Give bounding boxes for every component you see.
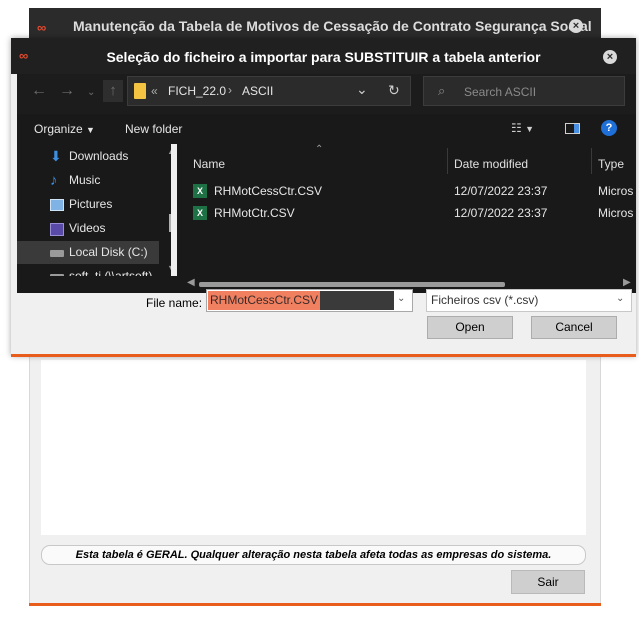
command-toolbar: Organize ▼ New folder ☷ ▼ ? — [17, 114, 636, 144]
scroll-down-icon[interactable]: ▼ — [167, 263, 171, 273]
csv-file-icon: X — [193, 206, 207, 220]
file-date: 12/07/2022 23:37 — [454, 206, 548, 220]
music-note-icon: ♪ — [50, 172, 58, 189]
recent-locations-chevron-icon[interactable]: ⌄ — [87, 87, 95, 98]
parent-close-icon[interactable]: × — [569, 19, 583, 33]
nav-item-label: Videos — [69, 221, 106, 235]
general-table-warning: Esta tabela é GERAL. Qualquer alteração … — [41, 545, 586, 565]
search-icon: ⌕ — [438, 83, 446, 98]
file-row[interactable]: X RHMotCtr.CSV 12/07/2022 23:37 Micros — [177, 202, 636, 224]
new-folder-button[interactable]: New folder — [125, 122, 182, 136]
scroll-right-icon[interactable]: ▶ — [623, 277, 631, 288]
navigation-pane: ⬇ Downloads ♪ Music Pictures Videos Loca… — [17, 144, 171, 276]
nav-item-local-disk[interactable]: Local Disk (C:) — [17, 241, 159, 264]
path-overflow-icon[interactable]: « — [151, 84, 158, 98]
file-type-dropdown-icon[interactable]: ⌄ — [616, 293, 624, 304]
app-logo-icon: ∞ — [37, 20, 47, 35]
nav-item-pictures[interactable]: Pictures — [17, 193, 159, 216]
breadcrumb-ascii[interactable]: ASCII — [242, 84, 273, 98]
file-name-combobox[interactable]: RHMotCessCtr.CSV ⌄ — [206, 289, 413, 312]
address-bar[interactable]: « FICH_22.0 › ASCII ⌄ ↻ — [127, 76, 411, 106]
hscroll-thumb[interactable] — [199, 282, 505, 287]
file-type-value: Ficheiros csv (*.csv) — [431, 293, 539, 307]
drive-icon — [50, 250, 64, 257]
parent-accent-line — [29, 603, 601, 606]
navigation-bar: ← → ⌄ ↑ « FICH_22.0 › ASCII ⌄ ↻ ⌕ Search… — [17, 74, 636, 114]
nav-item-music[interactable]: ♪ Music — [17, 169, 159, 192]
dialog-close-icon[interactable]: × — [603, 50, 617, 64]
file-name-input[interactable]: RHMotCessCtr.CSV — [208, 291, 321, 310]
organize-chevron-icon: ▼ — [86, 125, 95, 135]
nav-item-label: Pictures — [69, 197, 113, 211]
dialog-title: Seleção do ficheiro a importar para SUBS… — [106, 49, 541, 65]
videos-icon — [50, 223, 64, 236]
nav-item-label: Local Disk (C:) — [69, 245, 148, 259]
nav-item-videos[interactable]: Videos — [17, 217, 159, 240]
file-row[interactable]: X RHMotCessCtr.CSV 12/07/2022 23:37 Micr… — [177, 180, 636, 202]
dialog-bottom-panel: File name: RHMotCessCtr.CSV ⌄ Ficheiros … — [17, 289, 636, 356]
nav-item-label: Music — [69, 173, 101, 187]
organize-button[interactable]: Organize ▼ — [34, 122, 95, 136]
file-name: RHMotCessCtr.CSV — [214, 184, 323, 198]
file-name-dropdown-icon[interactable]: ⌄ — [397, 293, 405, 304]
file-date: 12/07/2022 23:37 — [454, 184, 548, 198]
file-type: Micros — [598, 206, 634, 220]
sort-ascending-icon: ⌃ — [315, 144, 324, 155]
parent-table-area — [41, 360, 586, 535]
column-header-type[interactable]: Type — [598, 157, 624, 171]
dialog-accent-line — [11, 354, 636, 357]
address-dropdown-chevron-icon[interactable]: ⌄ — [356, 81, 368, 98]
help-icon[interactable]: ? — [601, 120, 617, 136]
nav-item-label: Downloads — [69, 149, 129, 163]
preview-pane-icon[interactable] — [565, 123, 580, 134]
open-button[interactable]: Open — [427, 316, 513, 339]
file-type-select[interactable]: Ficheiros csv (*.csv) ⌄ — [426, 289, 632, 312]
search-placeholder: Search ASCII — [464, 85, 537, 99]
search-box[interactable]: ⌕ Search ASCII — [423, 76, 625, 106]
dialog-title-bar: ∞ Seleção do ficheiro a importar para SU… — [11, 38, 636, 74]
exit-button[interactable]: Sair — [511, 570, 585, 594]
file-list: ⌃ Name Date modified Type X RHMotCessCtr… — [177, 144, 636, 276]
scroll-left-icon[interactable]: ◀ — [187, 277, 195, 288]
download-arrow-icon: ⬇ — [50, 148, 62, 164]
csv-file-icon: X — [193, 184, 207, 198]
cancel-button[interactable]: Cancel — [531, 316, 617, 339]
nav-item-network-share[interactable]: soft_ti (\\artsoft) — [17, 265, 159, 276]
nav-item-downloads[interactable]: ⬇ Downloads — [17, 145, 159, 168]
folder-icon — [134, 83, 146, 99]
file-name: RHMotCtr.CSV — [214, 206, 295, 220]
file-name-label: File name: — [146, 296, 203, 310]
column-divider[interactable] — [447, 148, 448, 174]
column-header-date[interactable]: Date modified — [454, 157, 528, 171]
nav-scroll-thumb[interactable] — [169, 214, 171, 232]
parent-window-title: Manutenção da Tabela de Motivos de Cessa… — [73, 18, 592, 34]
breadcrumb-separator-icon: › — [228, 83, 232, 97]
column-divider[interactable] — [591, 148, 592, 174]
forward-arrow-icon[interactable]: → — [59, 82, 75, 100]
organize-label: Organize — [34, 122, 83, 136]
pictures-icon — [50, 199, 64, 211]
scroll-up-icon[interactable]: ▲ — [167, 146, 171, 156]
nav-pane-scrollbar[interactable]: ▲ ▼ — [165, 144, 171, 276]
nav-item-label: soft_ti (\\artsoft) — [69, 269, 153, 276]
file-type: Micros — [598, 184, 634, 198]
refresh-icon[interactable]: ↻ — [388, 82, 400, 99]
up-folder-icon[interactable]: ↑ — [103, 80, 123, 102]
view-options-icon[interactable]: ☷ ▼ — [511, 121, 534, 135]
column-header-name[interactable]: Name — [193, 157, 225, 171]
back-arrow-icon[interactable]: ← — [31, 82, 47, 100]
breadcrumb-fich[interactable]: FICH_22.0 — [168, 84, 226, 98]
file-open-dialog: ∞ Seleção do ficheiro a importar para SU… — [11, 38, 636, 356]
